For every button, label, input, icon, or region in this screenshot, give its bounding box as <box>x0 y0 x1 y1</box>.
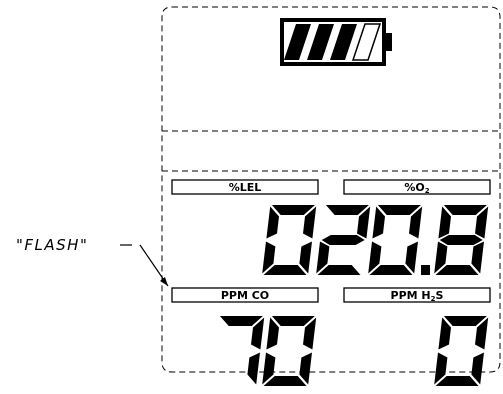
segment-f <box>438 206 451 239</box>
segment-f <box>266 206 279 239</box>
segment-c <box>471 241 484 274</box>
sensor-value-co <box>219 316 317 386</box>
battery-charge-bar <box>284 24 311 60</box>
sensor-label-h2s-text: PPM H2S <box>391 289 444 303</box>
segment-c <box>299 241 312 274</box>
segment-g <box>439 235 483 245</box>
sensor-label-o2: %O2 <box>343 179 491 195</box>
segment-f <box>266 317 279 350</box>
sensor-value-lel <box>262 205 317 275</box>
battery-charge-bar <box>330 24 357 60</box>
sensor-label-lel: %LEL <box>171 179 319 195</box>
sensor-label-co: PPM CO <box>171 287 319 303</box>
segment-c <box>405 241 418 274</box>
battery-icon <box>280 18 392 66</box>
sensor-label-o2-text: %O2 <box>404 181 429 195</box>
decimal-point <box>421 265 430 275</box>
segment-c <box>299 352 312 385</box>
battery-charge-bar <box>307 24 334 60</box>
segment-c <box>247 352 260 385</box>
sensor-label-lel-text: %LEL <box>229 181 262 194</box>
sensor-value-h2s <box>434 316 489 386</box>
sensor-label-h2s: PPM H2S <box>343 287 491 303</box>
segment-f <box>438 317 451 350</box>
gas-monitor-display-diagram: %LEL %O2 PPM CO PPM H2S "FLASH" <box>16 6 501 386</box>
segment-g <box>321 235 365 245</box>
flash-annotation-label: "FLASH" <box>16 236 88 254</box>
sensor-value-o2 <box>316 205 489 275</box>
flash-leader-arrow <box>120 244 169 287</box>
segment-c <box>471 352 484 385</box>
segment-f <box>372 206 385 239</box>
battery-charge-bar <box>351 23 382 61</box>
sensor-label-co-text: PPM CO <box>221 289 269 302</box>
